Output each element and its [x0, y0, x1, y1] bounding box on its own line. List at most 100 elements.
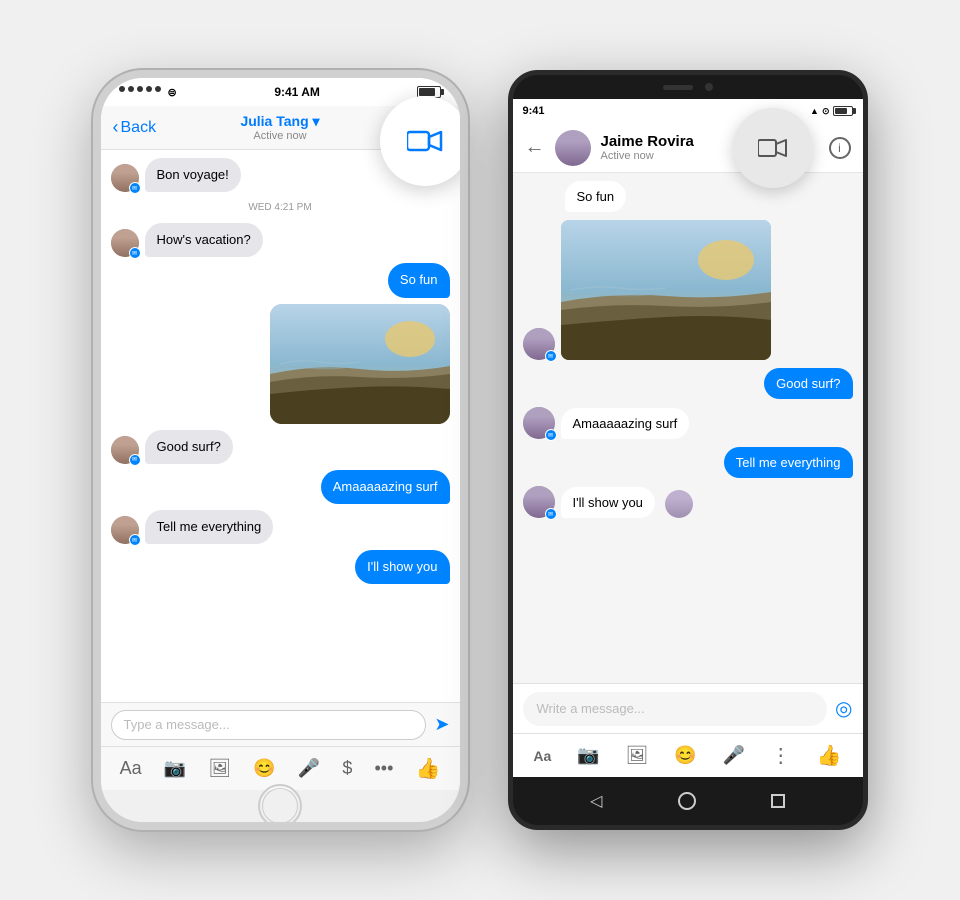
iphone-input-bar: Type a message... ➤ — [101, 702, 460, 746]
android-more-button[interactable]: ⋮ — [771, 743, 791, 768]
messenger-badge: ✉ — [129, 182, 141, 194]
contact-avatar — [555, 130, 591, 166]
info-button[interactable]: i — [829, 137, 851, 159]
avatar: ✉ — [523, 328, 555, 360]
android-nav-recent[interactable] — [771, 794, 785, 808]
home-indicator — [101, 790, 460, 822]
signal-icon: ▲ — [810, 106, 819, 116]
message-row: ✉ How's vacation? — [111, 223, 450, 257]
nav-center: Julia Tang ▾ Active now — [240, 113, 319, 142]
photo-bubble — [561, 220, 771, 360]
message-row: I'll show you — [111, 550, 450, 584]
back-label: Back — [121, 119, 157, 137]
message-bubble: Good surf? — [764, 368, 852, 399]
message-bubble: I'll show you — [355, 550, 449, 584]
message-bubble: How's vacation? — [145, 223, 263, 257]
android-video-icon — [758, 136, 788, 160]
avatar: ✉ — [523, 407, 555, 439]
android-aa-button[interactable]: Aa — [533, 748, 551, 764]
message-row: ✉ Amaaaaazing surf — [523, 407, 853, 439]
back-arrow-icon: ‹ — [113, 117, 119, 138]
beach-photo — [270, 304, 450, 424]
message-row: Good surf? — [523, 368, 853, 399]
photo-bubble — [270, 304, 450, 424]
iphone-device: ⊜ 9:41 AM ‹ Back Julia Tang ▾ Active now… — [93, 70, 468, 830]
message-bubble: Good surf? — [145, 430, 233, 464]
more-button[interactable]: ••• — [374, 758, 393, 779]
front-camera — [705, 83, 713, 91]
android-input-bar: Write a message... ◎ — [513, 683, 863, 733]
contact-status: Active now — [240, 130, 319, 142]
android-photos-button[interactable]: 🖼 — [625, 745, 648, 766]
android-toolbar: Aa 📷 🖼 😊 🎤 ⋮ 👍 — [513, 733, 863, 777]
iphone-time: 9:41 AM — [274, 85, 320, 99]
android-time: 9:41 — [523, 105, 545, 117]
photo-message-row: ✉ — [523, 220, 853, 360]
video-call-circle[interactable] — [380, 96, 468, 186]
photos-button[interactable]: 🖼 — [208, 758, 231, 779]
android-mic-button[interactable]: 🎤 — [722, 745, 744, 766]
android-back-button[interactable]: ← — [525, 136, 545, 159]
messenger-badge: ✉ — [129, 247, 141, 259]
iphone-chat-area: ✉ Bon voyage! WED 4:21 PM ✉ How's vacati… — [101, 150, 460, 702]
message-row: ✉ Tell me everything — [111, 510, 450, 544]
aa-button[interactable]: Aa — [120, 758, 142, 779]
android-navigation-bar: ◁ — [513, 777, 863, 825]
android-device: 9:41 ▲ ⊙ ← Jaime Rovira Active now — [508, 70, 868, 830]
avatar: ✉ — [111, 229, 139, 257]
message-row: So fun — [523, 181, 853, 212]
avatar: ✉ — [111, 516, 139, 544]
android-top-bar — [513, 75, 863, 99]
photo-message-row — [111, 304, 450, 424]
date-separator: WED 4:21 PM — [111, 202, 450, 213]
status-icons: ▲ ⊙ — [810, 106, 852, 117]
android-nav-bar: ← Jaime Rovira Active now i — [513, 123, 863, 173]
android-nav-home[interactable] — [678, 792, 696, 810]
message-row: So fun — [111, 263, 450, 297]
signal-dots: ⊜ — [119, 86, 177, 99]
messenger-badge: ✉ — [545, 508, 557, 520]
emoji-button[interactable]: 😊 — [253, 758, 275, 779]
android-message-input[interactable]: Write a message... — [523, 692, 828, 726]
message-bubble: Amaaaaazing surf — [561, 408, 690, 439]
avatar: ✉ — [111, 436, 139, 464]
wifi-icon: ⊙ — [822, 106, 830, 117]
avatar: ✉ — [111, 164, 139, 192]
message-bubble: Tell me everything — [724, 447, 853, 478]
home-button[interactable] — [258, 784, 302, 828]
input-placeholder: Type a message... — [124, 717, 230, 732]
home-inner-ring — [262, 788, 298, 824]
messenger-badge: ✉ — [129, 534, 141, 546]
send-button[interactable]: ➤ — [434, 714, 449, 735]
messenger-badge: ✉ — [545, 350, 557, 362]
message-bubble: Amaaaaazing surf — [321, 470, 450, 504]
android-thumb-button[interactable]: 👍 — [817, 743, 842, 768]
messenger-badge: ✉ — [545, 429, 557, 441]
message-row: Amaaaaazing surf — [111, 470, 450, 504]
message-bubble: So fun — [565, 181, 627, 212]
beach-photo-android — [561, 220, 771, 360]
android-status-bar: 9:41 ▲ ⊙ — [513, 99, 863, 123]
avatar: ✉ — [523, 486, 555, 518]
android-send-button[interactable]: ◎ — [835, 696, 852, 721]
back-button[interactable]: ‹ Back — [113, 117, 157, 138]
message-input[interactable]: Type a message... — [111, 710, 427, 740]
android-camera-button[interactable]: 📷 — [577, 745, 599, 766]
android-video-circle[interactable] — [733, 108, 813, 188]
video-camera-icon — [407, 127, 443, 155]
message-bubble: Bon voyage! — [145, 158, 241, 192]
message-bubble: I'll show you — [561, 487, 655, 518]
user-avatar-small — [665, 490, 693, 518]
contact-name[interactable]: Julia Tang ▾ — [240, 113, 319, 130]
nav-icons: 📞 — [425, 117, 447, 138]
messenger-badge: ✉ — [129, 454, 141, 466]
camera-button[interactable]: 📷 — [164, 758, 186, 779]
android-emoji-button[interactable]: 😊 — [674, 745, 696, 766]
battery-icon — [833, 106, 853, 116]
thumb-button[interactable]: 👍 — [416, 756, 441, 781]
android-screen: 9:41 ▲ ⊙ ← Jaime Rovira Active now — [513, 99, 863, 777]
iphone-nav-bar: ‹ Back Julia Tang ▾ Active now 📞 — [101, 106, 460, 150]
mic-button[interactable]: 🎤 — [298, 758, 320, 779]
android-nav-back[interactable]: ◁ — [590, 791, 602, 811]
dollar-button[interactable]: $ — [342, 758, 352, 779]
